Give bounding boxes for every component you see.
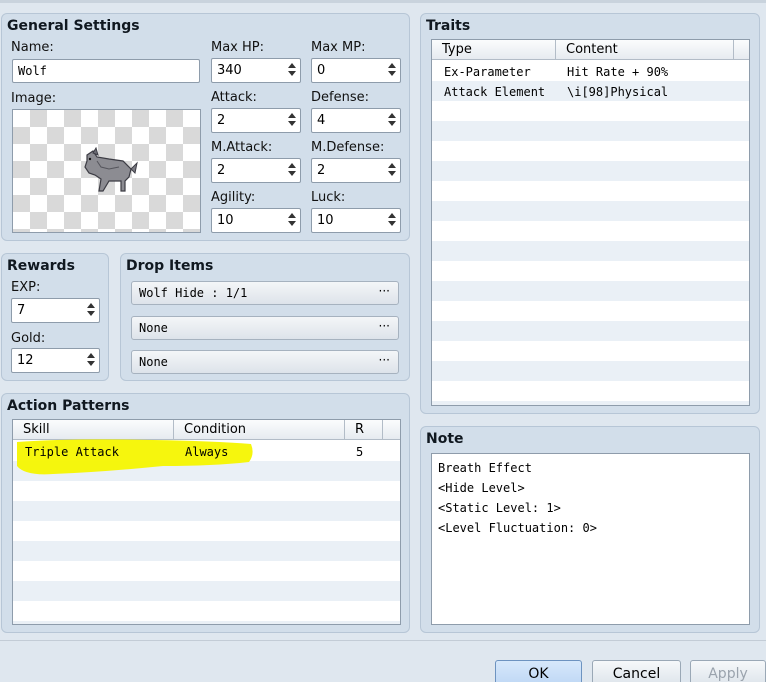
defense-value: 4 (317, 113, 326, 128)
spinner-arrows-icon[interactable] (387, 211, 397, 231)
m-attack-spinner[interactable]: 2 (211, 158, 301, 183)
spinner-arrows-icon[interactable] (387, 161, 397, 181)
max-hp-value: 340 (217, 63, 242, 78)
defense-label: Defense: (311, 90, 369, 105)
drop-item-2-label: None (139, 321, 168, 335)
spinner-arrows-icon[interactable] (387, 61, 397, 81)
drop-item-1-label: Wolf Hide : 1/1 (139, 286, 248, 300)
apply-button[interactable]: Apply (690, 660, 766, 682)
attack-label: Attack: (211, 90, 257, 105)
general-settings-panel: General Settings Name: Wolf Image: Max H… (1, 13, 410, 241)
column-header-r[interactable]: R (345, 420, 383, 440)
m-defense-spinner[interactable]: 2 (311, 158, 401, 183)
column-header-type[interactable]: Type (432, 40, 556, 60)
ellipsis-icon: ··· (378, 353, 390, 367)
drop-item-3-label: None (139, 355, 168, 369)
spinner-arrows-icon[interactable] (287, 211, 297, 231)
gold-value: 12 (17, 353, 34, 368)
list-rows (432, 61, 749, 405)
name-field[interactable]: Wolf (12, 59, 200, 83)
exp-label: EXP: (11, 280, 41, 295)
rewards-panel: Rewards EXP: 7 Gold: 12 (1, 253, 109, 381)
table-row-condition[interactable]: Always (185, 442, 228, 462)
exp-value: 7 (17, 303, 26, 318)
m-defense-label: M.Defense: (311, 140, 385, 155)
column-header-content[interactable]: Content (556, 40, 734, 60)
table-row-content[interactable]: \i[98]Physical (567, 82, 668, 102)
drop-item-3-button[interactable]: None ··· (131, 350, 399, 374)
name-label: Name: (11, 40, 54, 55)
note-textarea[interactable]: Breath Effect <Hide Level> <Static Level… (431, 453, 750, 625)
spinner-arrows-icon[interactable] (287, 111, 297, 131)
attack-spinner[interactable]: 2 (211, 108, 301, 133)
drop-item-1-button[interactable]: Wolf Hide : 1/1 ··· (131, 281, 399, 305)
spinner-arrows-icon[interactable] (287, 161, 297, 181)
max-mp-value: 0 (317, 63, 326, 78)
spinner-arrows-icon[interactable] (287, 61, 297, 81)
spinner-arrows-icon[interactable] (387, 111, 397, 131)
m-defense-value: 2 (317, 163, 326, 178)
table-row-r[interactable]: 5 (356, 442, 363, 462)
cancel-button[interactable]: Cancel (592, 660, 681, 682)
ellipsis-icon: ··· (378, 284, 390, 298)
table-row-type[interactable]: Attack Element (444, 82, 545, 102)
luck-label: Luck: (311, 190, 346, 205)
list-header: Type Content (432, 40, 749, 60)
action-patterns-panel: Action Patterns Skill Condition R Triple… (1, 393, 410, 633)
window-top-edge (0, 0, 766, 3)
general-settings-title: General Settings (7, 18, 140, 34)
note-line: <Static Level: 1> (438, 501, 561, 515)
drop-item-2-button[interactable]: None ··· (131, 316, 399, 340)
drop-items-title: Drop Items (126, 258, 214, 274)
traits-list[interactable]: Type Content Ex-Parameter Hit Rate + 90%… (431, 39, 750, 406)
spinner-arrows-icon[interactable] (86, 301, 96, 321)
note-title: Note (426, 431, 464, 447)
defense-spinner[interactable]: 4 (311, 108, 401, 133)
max-hp-spinner[interactable]: 340 (211, 58, 301, 83)
agility-spinner[interactable]: 10 (211, 208, 301, 233)
luck-spinner[interactable]: 10 (311, 208, 401, 233)
agility-value: 10 (217, 213, 234, 228)
rewards-title: Rewards (7, 258, 75, 274)
note-panel: Note Breath Effect <Hide Level> <Static … (420, 426, 760, 633)
agility-label: Agility: (211, 190, 256, 205)
gold-label: Gold: (11, 331, 46, 346)
wolf-sprite-icon (84, 147, 138, 192)
table-row-content[interactable]: Hit Rate + 90% (567, 62, 668, 82)
max-mp-spinner[interactable]: 0 (311, 58, 401, 83)
note-line: <Level Fluctuation: 0> (438, 521, 597, 535)
max-mp-label: Max MP: (311, 40, 366, 55)
exp-spinner[interactable]: 7 (11, 298, 100, 323)
luck-value: 10 (317, 213, 334, 228)
ellipsis-icon: ··· (378, 319, 390, 333)
note-line: Breath Effect (438, 461, 532, 475)
action-patterns-title: Action Patterns (7, 398, 130, 414)
traits-panel: Traits Type Content Ex-Parameter Hit Rat… (420, 13, 760, 414)
spinner-arrows-icon[interactable] (86, 351, 96, 371)
attack-value: 2 (217, 113, 226, 128)
table-row-skill[interactable]: Triple Attack (25, 442, 119, 462)
m-attack-label: M.Attack: (211, 140, 273, 155)
ok-button[interactable]: OK (495, 660, 582, 682)
note-line: <Hide Level> (438, 481, 525, 495)
action-patterns-list[interactable]: Skill Condition R Triple Attack Always 5 (12, 419, 401, 625)
traits-title: Traits (426, 18, 471, 34)
m-attack-value: 2 (217, 163, 226, 178)
drop-items-panel: Drop Items Wolf Hide : 1/1 ··· None ··· … (120, 253, 410, 381)
table-row-type[interactable]: Ex-Parameter (444, 62, 531, 82)
max-hp-label: Max HP: (211, 40, 265, 55)
enemy-image[interactable] (12, 109, 201, 233)
image-label: Image: (11, 91, 57, 106)
gold-spinner[interactable]: 12 (11, 348, 100, 373)
